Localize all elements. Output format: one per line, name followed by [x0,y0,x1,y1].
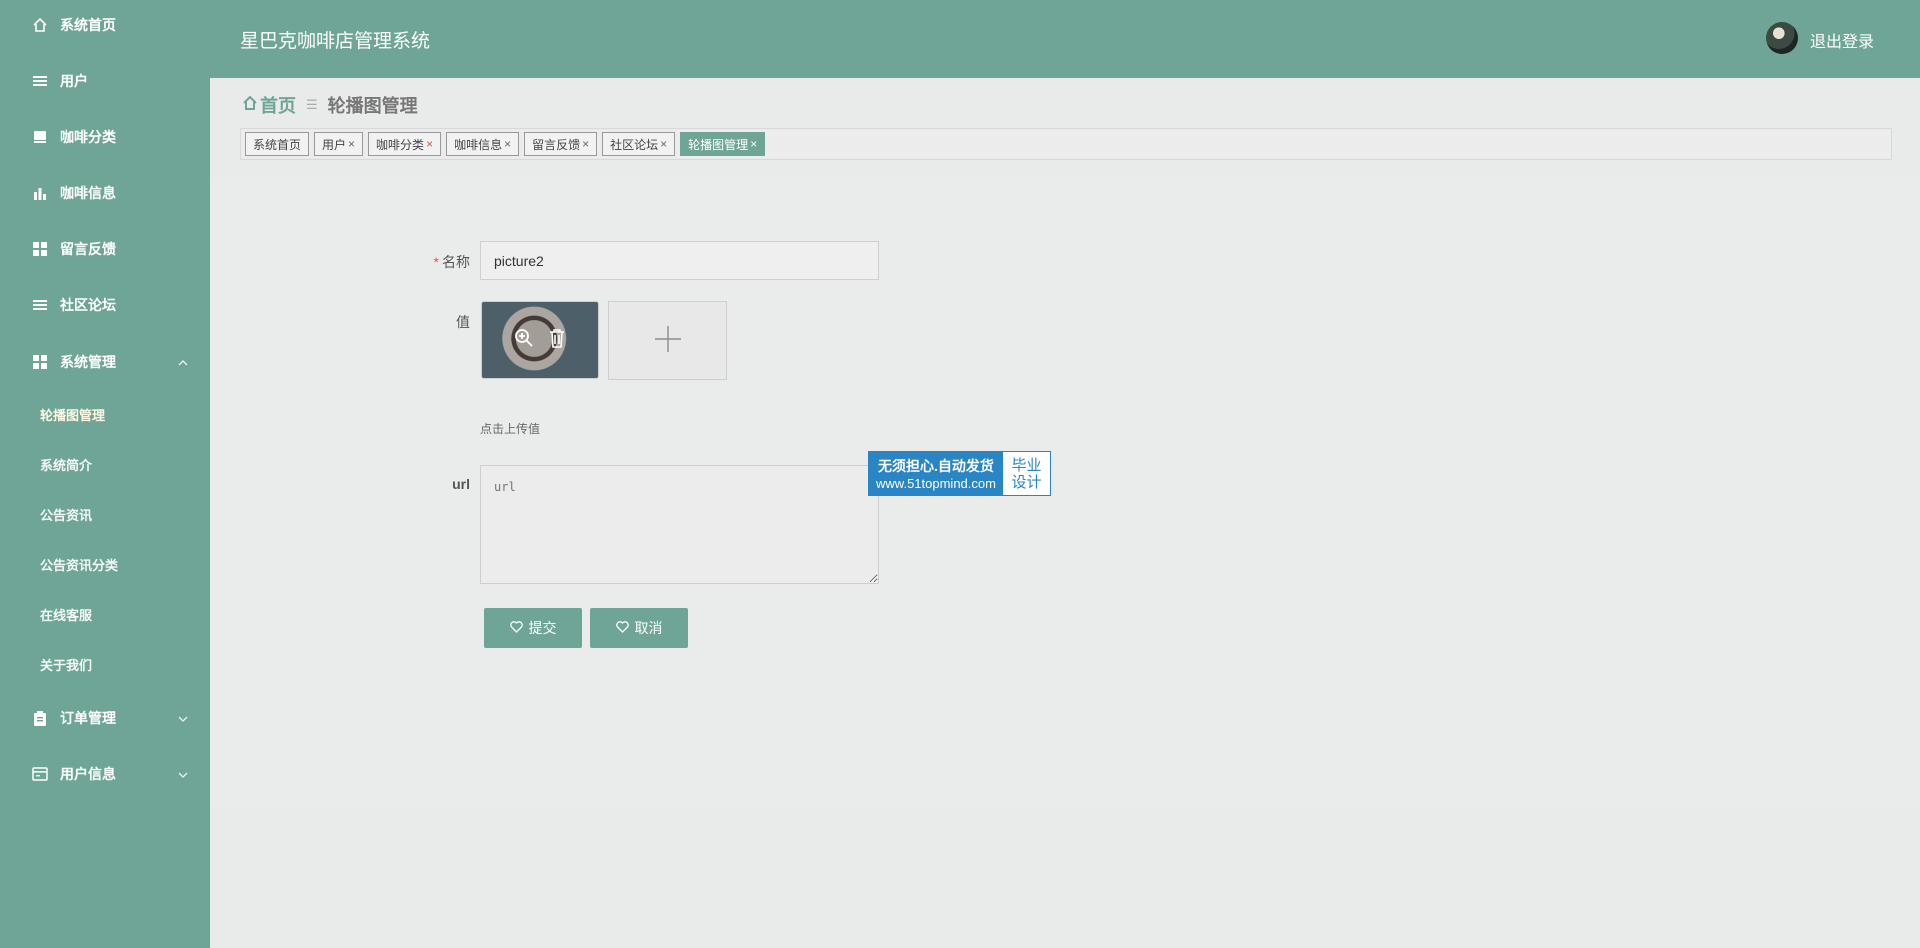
close-icon[interactable]: × [504,137,511,151]
clipboard-icon [32,710,48,726]
delete-icon[interactable] [548,328,566,353]
tab-coffee-info[interactable]: 咖啡信息 × [446,132,520,156]
home-icon [242,95,258,116]
sidebar-sub-online-service[interactable]: 在线客服 [0,596,210,632]
tab-label: 咖啡信息 [454,137,503,152]
app-title: 星巴克咖啡店管理系统 [240,31,431,52]
sidebar-sub-news[interactable]: 公告资讯 [0,496,210,532]
tab-coffee-category[interactable]: 咖啡分类 × [368,132,442,156]
sidebar-item-label: 订单管理 [60,710,116,726]
form-panel [210,178,1920,810]
tabs-bar: 系统首页 用户 × 咖啡分类 × 咖啡信息 × 留言反馈 × 社区论坛 × 轮播… [240,128,1892,160]
sidebar: 系统首页 用户 咖啡分类 咖啡信息 留言反馈 社区论坛 系统管理 轮播图管理 系… [0,0,210,948]
cancel-button[interactable]: 取消 [590,608,688,648]
breadcrumb: 首页 ☰ 轮播图管理 [242,92,418,118]
sidebar-item-user-info[interactable]: 用户信息 [0,754,210,794]
tab-label: 社区论坛 [610,137,659,152]
list-icon [32,73,48,89]
url-textarea[interactable] [480,465,879,584]
upload-hint: 点击上传值 [480,422,541,436]
tab-label: 咖啡分类 [376,137,425,152]
card-icon [32,766,48,782]
watermark-line2: www.51topmind.com [876,476,996,491]
breadcrumb-home[interactable]: 首页 [242,92,296,118]
tab-home[interactable]: 系统首页 [245,132,310,156]
name-input[interactable]: picture2 [480,241,879,280]
sidebar-item-label: 留言反馈 [60,241,116,257]
chevron-down-icon [178,711,188,725]
watermark-line1: 无须担心.自动发货 [878,458,994,474]
tab-label: 轮播图管理 [688,137,749,152]
heart-icon [615,620,629,636]
home-icon [32,17,48,33]
breadcrumb-separator-icon: ☰ [306,97,318,112]
logout-link[interactable]: 退出登录 [1810,28,1874,52]
sidebar-item-home[interactable]: 系统首页 [0,5,210,45]
watermark-right1: 毕业 [1011,456,1042,474]
close-icon[interactable]: × [660,137,667,151]
bar-chart-icon [32,185,48,201]
sidebar-sub-intro[interactable]: 系统简介 [0,446,210,482]
sidebar-item-label: 咖啡信息 [60,185,116,201]
sidebar-item-label: 社区论坛 [60,297,116,313]
sidebar-item-system[interactable]: 系统管理 [0,342,210,382]
sidebar-sub-carousel[interactable]: 轮播图管理 [0,396,210,432]
url-label: url [452,476,470,492]
sidebar-sub-news-category[interactable]: 公告资讯分类 [0,546,210,582]
zoom-in-icon[interactable] [514,328,534,353]
tab-label: 用户 [322,137,347,152]
close-icon[interactable]: × [348,137,355,151]
breadcrumb-home-label: 首页 [260,96,296,116]
name-label-text: 名称 [442,254,470,270]
sidebar-item-label: 用户 [60,73,88,89]
tab-feedback[interactable]: 留言反馈 × [524,132,598,156]
sidebar-item-coffee-category[interactable]: 咖啡分类 [0,117,210,157]
sidebar-item-forum[interactable]: 社区论坛 [0,285,210,325]
required-mark: * [433,254,439,270]
list-icon [32,297,48,313]
watermark-left: 无须担心.自动发货 www.51topmind.com [869,452,1003,495]
sidebar-sub-about[interactable]: 关于我们 [0,646,210,682]
submit-label: 提交 [528,620,557,636]
close-icon[interactable]: × [750,137,757,151]
avatar[interactable] [1766,22,1798,54]
grid-icon [32,241,48,257]
cancel-label: 取消 [634,620,663,636]
heart-icon [509,620,523,636]
plus-icon [654,320,682,362]
close-icon[interactable]: × [582,137,589,151]
watermark-badge: 无须担心.自动发货 www.51topmind.com 毕业 设计 [868,451,1051,496]
uploaded-image-thumbnail[interactable] [481,301,599,379]
sidebar-item-feedback[interactable]: 留言反馈 [0,229,210,269]
submit-button[interactable]: 提交 [484,608,582,648]
sidebar-item-label: 系统管理 [60,354,116,370]
sidebar-item-label: 系统首页 [60,17,116,33]
value-label: 值 [456,314,470,330]
sidebar-item-label: 咖啡分类 [60,129,116,145]
name-label: * 名称 [420,252,470,272]
upload-add-button[interactable] [608,301,727,380]
tab-user[interactable]: 用户 × [314,132,364,156]
sidebar-item-label: 用户信息 [60,766,116,782]
chevron-down-icon [178,767,188,781]
watermark-right: 毕业 设计 [1003,452,1050,495]
tab-forum[interactable]: 社区论坛 × [602,132,676,156]
grid-icon [32,354,48,370]
sidebar-item-coffee-info[interactable]: 咖啡信息 [0,173,210,213]
box-icon [32,129,48,145]
tab-carousel[interactable]: 轮播图管理 × [680,132,766,156]
sidebar-item-orders[interactable]: 订单管理 [0,698,210,738]
tab-label: 系统首页 [253,137,302,152]
close-icon[interactable]: × [426,137,433,151]
thumbnail-actions [482,302,598,378]
watermark-right2: 设计 [1011,473,1042,491]
breadcrumb-current: 轮播图管理 [327,96,418,116]
main-content: 首页 ☰ 轮播图管理 系统首页 用户 × 咖啡分类 × 咖啡信息 × 留言反馈 … [210,78,1920,948]
top-header: 星巴克咖啡店管理系统 退出登录 [210,0,1920,78]
tab-label: 留言反馈 [532,137,581,152]
sidebar-item-user[interactable]: 用户 [0,61,210,101]
chevron-up-icon [178,355,188,369]
